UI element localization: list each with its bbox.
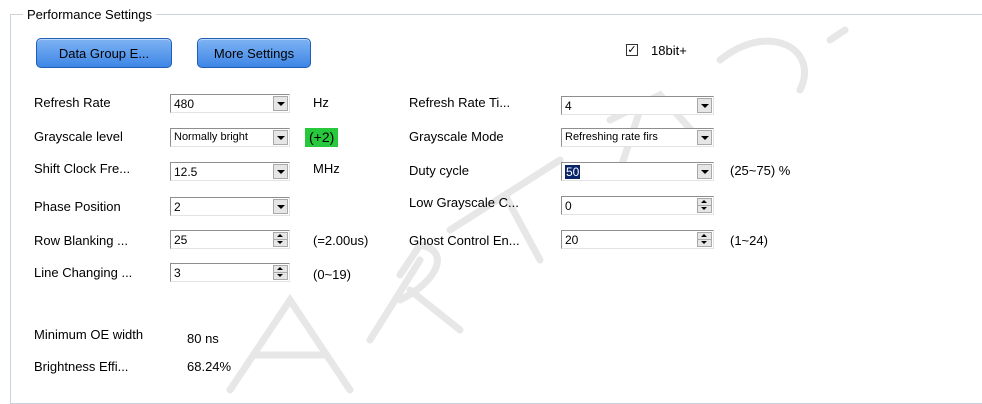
shift-clock-combo[interactable]: 12.5 [170,162,290,181]
chevron-down-icon[interactable] [273,164,288,179]
data-group-button[interactable]: Data Group E... [36,38,172,68]
spinner-arrows-icon[interactable] [273,265,288,280]
low-grayscale-spinner[interactable]: 0 [561,196,714,215]
min-oe-value: 80 ns [187,331,219,346]
shift-clock-label: Shift Clock Fre... [34,161,131,176]
refresh-rate-combo[interactable]: 480 [170,94,290,113]
chevron-down-icon[interactable] [697,98,712,113]
ghost-control-note: (1~24) [730,233,768,248]
duty-cycle-note: (25~75) % [730,163,791,178]
duty-cycle-value: 50 [565,165,581,179]
spinner-arrows-icon[interactable] [273,232,288,247]
brightness-label: Brightness Effi... [34,359,129,374]
18bit-label: 18bit+ [651,43,687,58]
chevron-down-icon[interactable] [273,130,288,145]
ghost-control-spinner[interactable]: 20 [561,230,714,249]
refresh-rate-value: 480 [174,97,195,111]
grayscale-level-badge: (+2) [305,128,339,147]
brightness-value: 68.24% [187,359,232,374]
ghost-control-value: 20 [565,233,579,247]
more-settings-button[interactable]: More Settings [197,38,311,68]
row-blanking-label: Row Blanking ... [34,233,128,248]
shift-clock-value: 12.5 [174,165,198,179]
grayscale-mode-label: Grayscale Mode [409,129,504,144]
min-oe-label: Minimum OE width [34,327,144,342]
low-grayscale-label: Low Grayscale C... [409,195,519,210]
chevron-down-icon[interactable] [273,199,288,214]
grayscale-mode-value: Refreshing rate firs [565,131,658,143]
group-title: Performance Settings [23,7,157,22]
refresh-rate-times-label: Refresh Rate Ti... [409,95,511,110]
spinner-arrows-icon[interactable] [697,232,712,247]
chevron-down-icon[interactable] [697,164,712,179]
line-changing-note: (0~19) [313,267,351,282]
grayscale-mode-combo[interactable]: Refreshing rate firs [561,128,714,147]
refresh-rate-label: Refresh Rate [34,95,111,110]
grayscale-level-combo[interactable]: Normally bright [170,128,290,147]
18bit-checkbox[interactable]: ✓ [626,44,638,56]
line-changing-value: 3 [174,266,181,280]
chevron-down-icon[interactable] [273,96,288,111]
row-blanking-note: (=2.00us) [313,233,369,248]
shift-clock-unit: MHz [313,161,340,176]
line-changing-label: Line Changing ... [34,265,133,280]
line-changing-spinner[interactable]: 3 [170,263,290,282]
phase-position-label: Phase Position [34,199,121,214]
refresh-rate-times-combo[interactable]: 4 [561,96,714,115]
refresh-rate-unit: Hz [313,95,329,110]
duty-cycle-label: Duty cycle [409,163,469,178]
duty-cycle-combo[interactable]: 50 [561,162,714,181]
grayscale-level-label: Grayscale level [34,129,123,144]
grayscale-level-value: Normally bright [174,131,248,143]
row-blanking-value: 25 [174,233,188,247]
row-blanking-spinner[interactable]: 25 [170,230,290,249]
chevron-down-icon[interactable] [697,130,712,145]
spinner-arrows-icon[interactable] [697,198,712,213]
ghost-control-label: Ghost Control En... [409,233,520,248]
phase-position-combo[interactable]: 2 [170,197,290,216]
phase-position-value: 2 [174,200,181,214]
low-grayscale-value: 0 [565,199,572,213]
refresh-rate-times-value: 4 [565,99,572,113]
